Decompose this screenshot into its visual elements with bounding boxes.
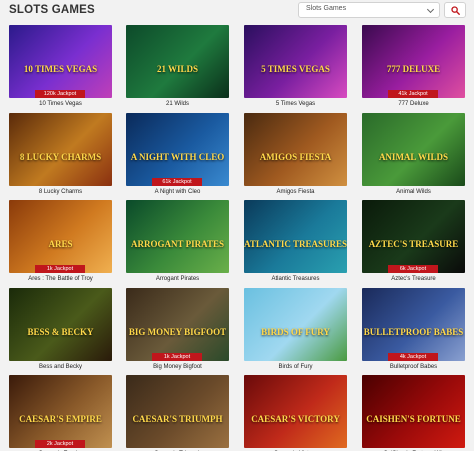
- game-logo: CAESAR'S EMPIRE: [19, 414, 102, 424]
- game-thumbnail: [244, 200, 347, 273]
- jackpot-badge: 6k Jackpot: [388, 265, 438, 273]
- game-tile[interactable]: ATLANTIC TREASURES: [244, 200, 347, 273]
- game-name[interactable]: 8 Lucky Charms: [9, 189, 112, 195]
- game-thumbnail: [244, 375, 347, 448]
- jackpot-badge: 41k Jackpot: [388, 90, 438, 98]
- game-thumbnail: [126, 375, 229, 448]
- game-name[interactable]: Birds of Fury: [244, 364, 347, 370]
- jackpot-badge: 4k Jackpot: [388, 353, 438, 361]
- jackpot-badge: 61k Jackpot: [152, 178, 202, 186]
- game-name[interactable]: 10 Times Vegas: [9, 101, 112, 107]
- game-logo: ARES: [48, 239, 73, 249]
- game-logo: ARROGANT PIRATES: [131, 239, 224, 249]
- game-tile[interactable]: ANIMAL WILDS: [362, 113, 465, 186]
- game-tile[interactable]: ARES 1k Jackpot: [9, 200, 112, 273]
- game-logo: A NIGHT WITH CLEO: [130, 152, 225, 162]
- game-name[interactable]: Arrogant Pirates: [126, 276, 229, 282]
- game-tile[interactable]: CAESAR'S EMPIRE 2k Jackpot: [9, 375, 112, 448]
- game-name[interactable]: Atlantic Treasures: [244, 276, 347, 282]
- game-tile[interactable]: 5 TIMES VEGAS: [244, 25, 347, 98]
- game-thumbnail: [9, 288, 112, 361]
- game-name[interactable]: 21 Wilds: [126, 101, 229, 107]
- game-name[interactable]: Bess and Becky: [9, 364, 112, 370]
- game-tile[interactable]: CAESAR'S VICTORY: [244, 375, 347, 448]
- game-thumbnail: [362, 113, 465, 186]
- game-thumbnail: [362, 200, 465, 273]
- game-thumbnail: [9, 375, 112, 448]
- game-tile[interactable]: BESS & BECKY: [9, 288, 112, 361]
- game-thumbnail: [9, 25, 112, 98]
- game-thumbnail: [362, 288, 465, 361]
- game-name[interactable]: Amigos Fiesta: [244, 189, 347, 195]
- game-logo: CAESAR'S TRIUMPH: [132, 414, 223, 424]
- game-logo: 777 DELUXE: [386, 64, 441, 74]
- game-tile[interactable]: CAESAR'S TRIUMPH: [126, 375, 229, 448]
- game-tile[interactable]: CAISHEN'S FORTUNE: [362, 375, 465, 448]
- game-logo: CAESAR'S VICTORY: [251, 414, 340, 424]
- game-thumbnail: [9, 200, 112, 273]
- game-tile[interactable]: 21 WILDS: [126, 25, 229, 98]
- jackpot-badge: 120k Jackpot: [35, 90, 85, 98]
- game-logo: ATLANTIC TREASURES: [244, 239, 347, 249]
- game-tile[interactable]: BIG MONEY BIGFOOT 1k Jackpot: [126, 288, 229, 361]
- game-thumbnail: [126, 113, 229, 186]
- game-tile[interactable]: 777 DELUXE 41k Jackpot: [362, 25, 465, 98]
- game-tile[interactable]: BIRDS OF FURY: [244, 288, 347, 361]
- game-tile[interactable]: BULLETPROOF BABES 4k Jackpot: [362, 288, 465, 361]
- game-tile[interactable]: 8 LUCKY CHARMS: [9, 113, 112, 186]
- game-thumbnail: [244, 25, 347, 98]
- game-logo: BIG MONEY BIGFOOT: [128, 327, 227, 337]
- game-logo: AZTEC'S TREASURE: [368, 239, 459, 249]
- game-logo: 5 TIMES VEGAS: [261, 64, 330, 74]
- jackpot-badge: 2k Jackpot: [35, 440, 85, 448]
- jackpot-badge: 1k Jackpot: [152, 353, 202, 361]
- game-thumbnail: [244, 288, 347, 361]
- game-name[interactable]: Ares : The Battle of Troy: [9, 276, 112, 282]
- game-name[interactable]: Bulletproof Babes: [362, 364, 465, 370]
- game-logo: AMIGOS FIESTA: [259, 152, 332, 162]
- game-tile[interactable]: AZTEC'S TREASURE 6k Jackpot: [362, 200, 465, 273]
- game-thumbnail: [362, 375, 465, 448]
- game-name[interactable]: Aztec's Treasure: [362, 276, 465, 282]
- game-tile[interactable]: 10 TIMES VEGAS 120k Jackpot: [9, 25, 112, 98]
- game-tile[interactable]: ARROGANT PIRATES: [126, 200, 229, 273]
- jackpot-badge: 1k Jackpot: [35, 265, 85, 273]
- game-thumbnail: [126, 200, 229, 273]
- game-logo: BULLETPROOF BABES: [363, 327, 464, 337]
- game-tile[interactable]: A NIGHT WITH CLEO 61k Jackpot: [126, 113, 229, 186]
- game-logo: 10 TIMES VEGAS: [23, 64, 98, 74]
- game-logo: BESS & BECKY: [27, 327, 94, 337]
- game-name[interactable]: Animal Wilds: [362, 189, 465, 195]
- game-thumbnail: [9, 113, 112, 186]
- game-logo: ANIMAL WILDS: [378, 152, 449, 162]
- game-thumbnail: [244, 113, 347, 186]
- game-logo: CAISHEN'S FORTUNE: [366, 414, 461, 424]
- game-logo: 8 LUCKY CHARMS: [19, 152, 102, 162]
- game-logo: 21 WILDS: [156, 64, 199, 74]
- game-name[interactable]: 777 Deluxe: [362, 101, 465, 107]
- game-name[interactable]: Big Money Bigfoot: [126, 364, 229, 370]
- game-logo: BIRDS OF FURY: [261, 327, 330, 337]
- game-thumbnail: [126, 25, 229, 98]
- game-thumbnail: [362, 25, 465, 98]
- game-tile[interactable]: AMIGOS FIESTA: [244, 113, 347, 186]
- game-name[interactable]: 5 Times Vegas: [244, 101, 347, 107]
- game-name[interactable]: A Night with Cleo: [126, 189, 229, 195]
- game-thumbnail: [126, 288, 229, 361]
- games-grid: 10 TIMES VEGAS 120k Jackpot 10 Times Vegas…: [0, 0, 474, 451]
